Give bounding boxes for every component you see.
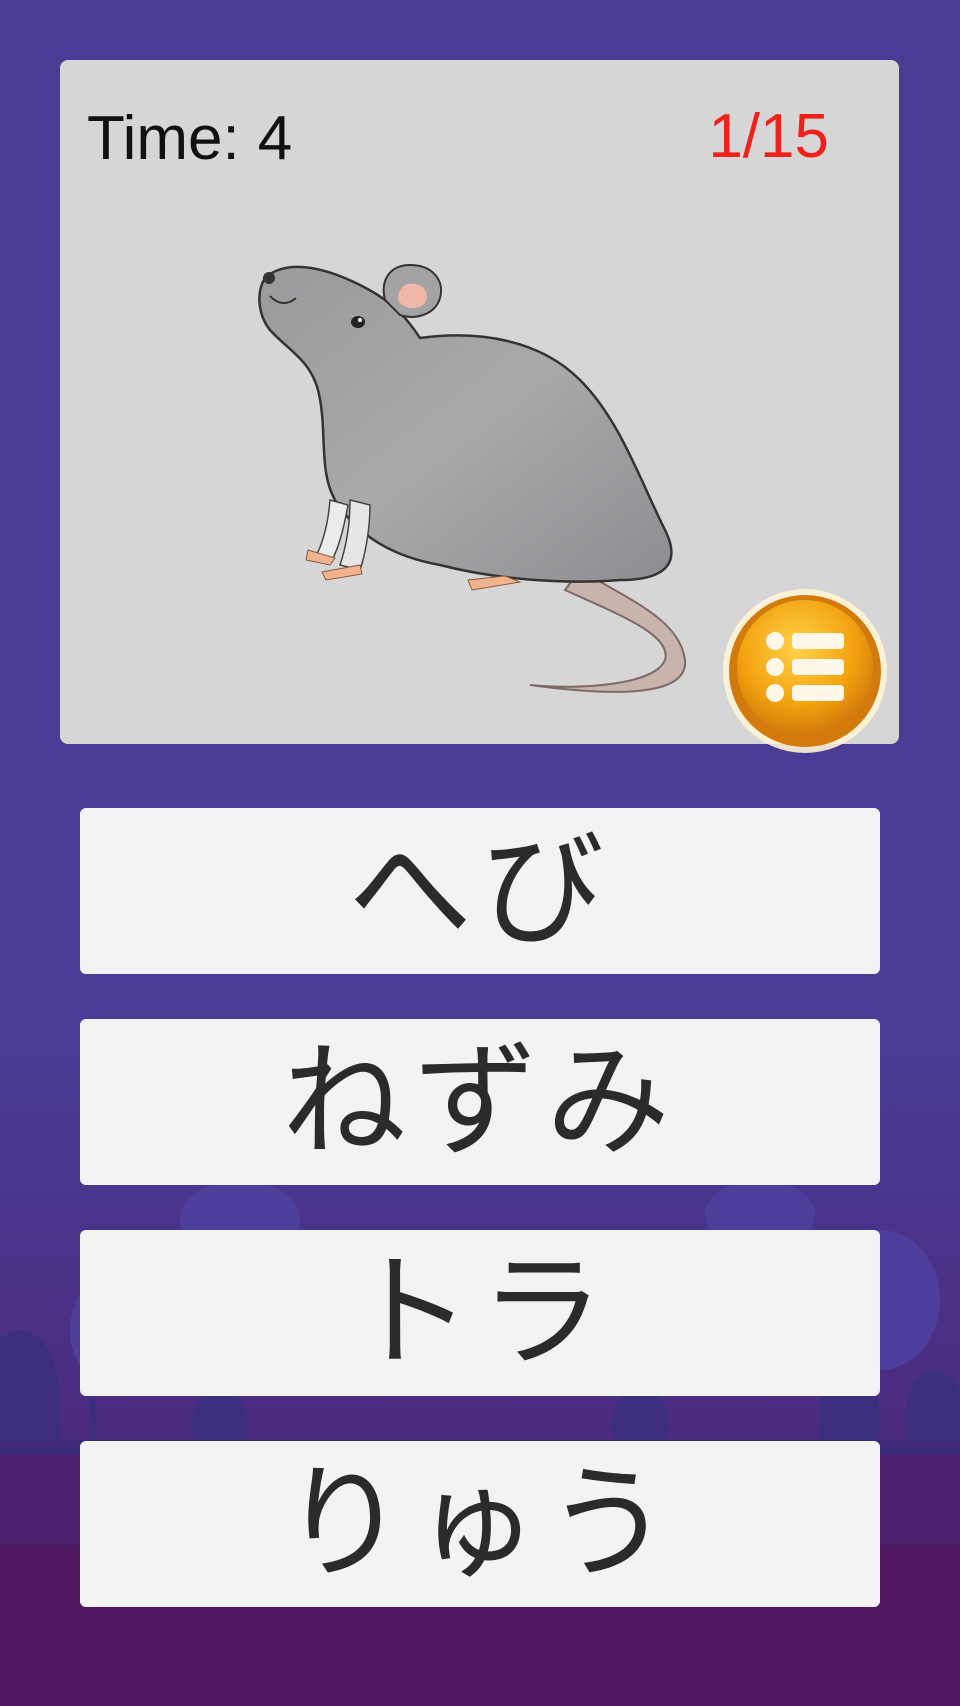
answer-option-3[interactable]: トラ (80, 1230, 880, 1396)
menu-button[interactable] (720, 586, 890, 756)
answer-option-label: へび (347, 819, 612, 963)
timer-value: 4 (257, 104, 293, 173)
answer-option-label: りゅう (281, 1452, 678, 1596)
answer-option-label: ねずみ (281, 1030, 678, 1174)
question-progress: 1/15 (708, 102, 829, 171)
timer: Time: 4 (87, 108, 292, 170)
answer-option-1[interactable]: へび (80, 808, 880, 974)
answer-option-label: トラ (347, 1241, 612, 1385)
timer-label: Time: (87, 104, 240, 173)
answer-option-2[interactable]: ねずみ (80, 1019, 880, 1185)
answer-option-4[interactable]: りゅう (80, 1441, 880, 1607)
list-menu-icon (766, 632, 844, 702)
